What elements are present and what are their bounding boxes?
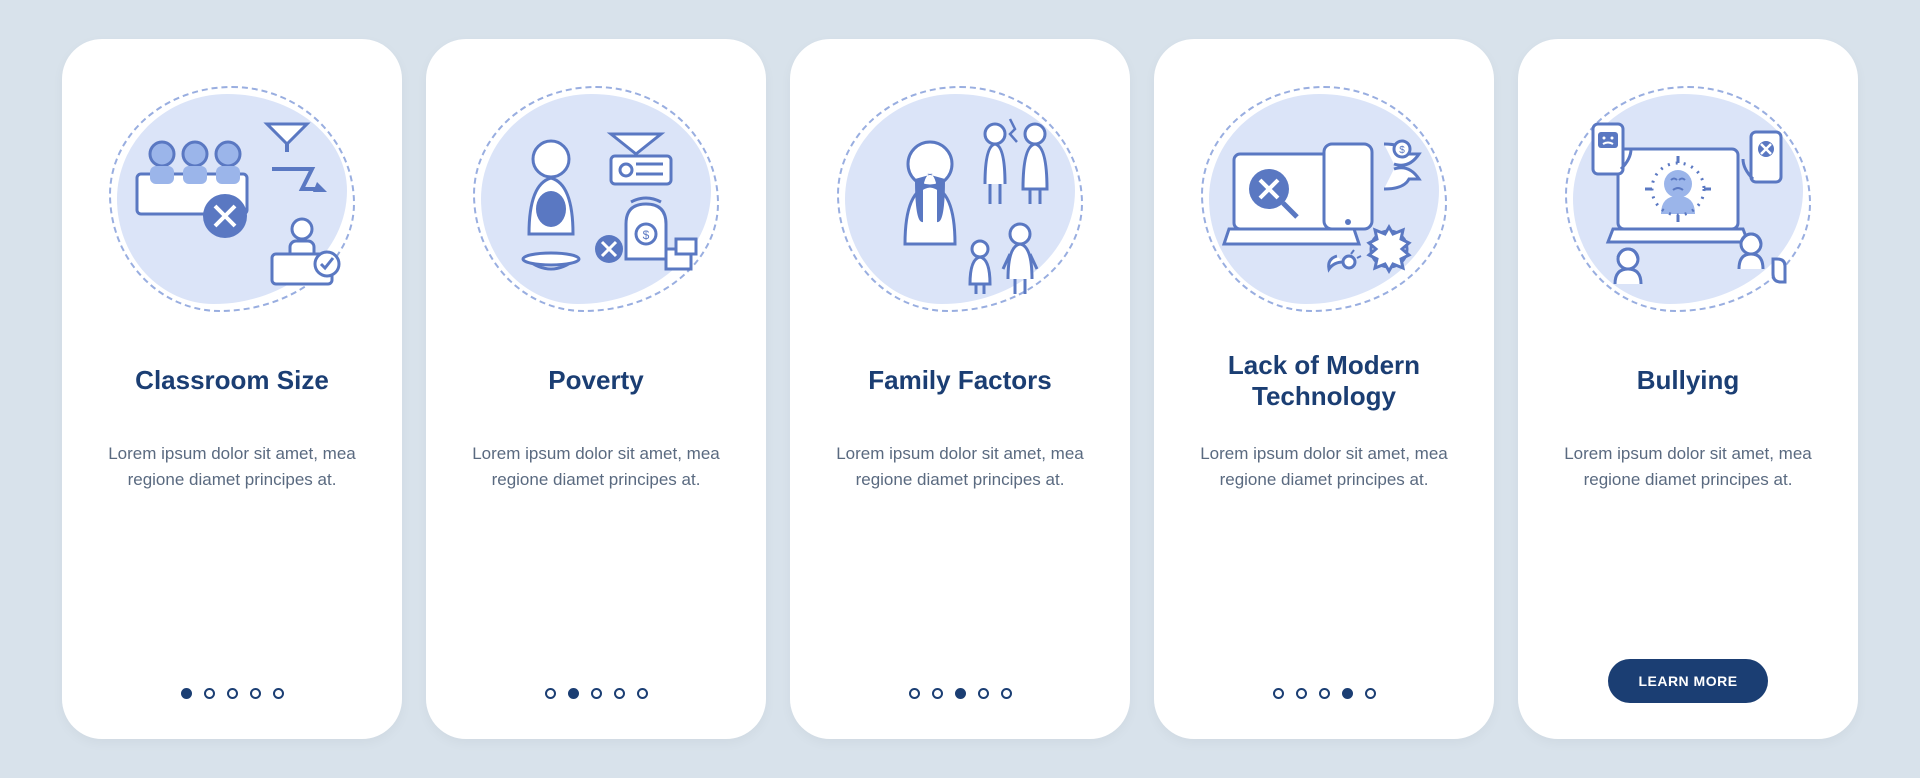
onboarding-card-family-factors: Family Factors Lorem ipsum dolor sit ame… — [790, 39, 1130, 739]
card-title: Lack of Modern Technology — [1178, 349, 1470, 413]
card-description: Lorem ipsum dolor sit amet, mea regione … — [86, 441, 378, 492]
dot-2[interactable] — [204, 688, 215, 699]
card-title: Poverty — [548, 349, 643, 413]
dot-3[interactable] — [1319, 688, 1330, 699]
dot-4[interactable] — [614, 688, 625, 699]
card-description: Lorem ipsum dolor sit amet, mea regione … — [814, 441, 1106, 492]
dot-1[interactable] — [1273, 688, 1284, 699]
dot-2[interactable] — [568, 688, 579, 699]
family-stress-icon — [820, 69, 1100, 329]
cyberbullying-icon — [1548, 69, 1828, 329]
learn-more-button[interactable]: LEARN MORE — [1608, 659, 1767, 703]
svg-text:$: $ — [1399, 145, 1405, 156]
poverty-bowl-icon: $ — [456, 69, 736, 329]
laptop-error-icon: $ — [1184, 69, 1464, 329]
card-description: Lorem ipsum dolor sit amet, mea regione … — [1178, 441, 1470, 492]
card-title: Bullying — [1637, 349, 1740, 413]
dot-4[interactable] — [1342, 688, 1353, 699]
dot-2[interactable] — [932, 688, 943, 699]
card-title: Family Factors — [868, 349, 1052, 413]
dot-2[interactable] — [1296, 688, 1307, 699]
onboarding-card-technology: $ Lack of Modern Technology Lorem ipsum … — [1154, 39, 1494, 739]
dot-5[interactable] — [273, 688, 284, 699]
pagination-dots — [909, 688, 1012, 699]
dot-1[interactable] — [909, 688, 920, 699]
pagination-dots — [545, 688, 648, 699]
dot-3[interactable] — [591, 688, 602, 699]
onboarding-card-classroom-size: Classroom Size Lorem ipsum dolor sit ame… — [62, 39, 402, 739]
dot-4[interactable] — [250, 688, 261, 699]
dot-1[interactable] — [181, 688, 192, 699]
svg-text:$: $ — [643, 228, 650, 242]
dot-5[interactable] — [1001, 688, 1012, 699]
dot-3[interactable] — [955, 688, 966, 699]
card-title: Classroom Size — [135, 349, 329, 413]
card-description: Lorem ipsum dolor sit amet, mea regione … — [1542, 441, 1834, 492]
dot-5[interactable] — [637, 688, 648, 699]
card-description: Lorem ipsum dolor sit amet, mea regione … — [450, 441, 742, 492]
pagination-dots — [1273, 688, 1376, 699]
dot-5[interactable] — [1365, 688, 1376, 699]
dot-4[interactable] — [978, 688, 989, 699]
dot-1[interactable] — [545, 688, 556, 699]
pagination-dots — [181, 688, 284, 699]
classroom-group-icon — [92, 69, 372, 329]
dot-3[interactable] — [227, 688, 238, 699]
onboarding-card-poverty: $ Poverty Lorem ipsum dolor sit amet, me… — [426, 39, 766, 739]
onboarding-card-bullying: Bullying Lorem ipsum dolor sit amet, mea… — [1518, 39, 1858, 739]
